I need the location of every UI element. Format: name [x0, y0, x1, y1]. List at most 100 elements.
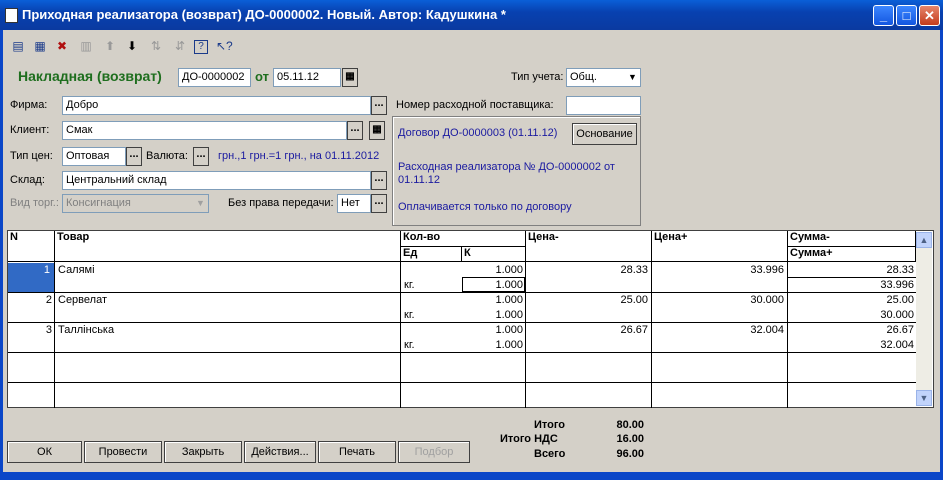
col-header-sum-plus[interactable]: Сумма+	[788, 247, 916, 262]
trade-kind-value: Консигнация	[66, 197, 131, 209]
price-type-field[interactable]: Оптовая	[62, 147, 126, 166]
col-header-price-plus[interactable]: Цена+	[652, 231, 788, 262]
doc-date-field[interactable]: 05.11.12	[273, 68, 341, 87]
row-unit[interactable]: кг.	[404, 309, 415, 321]
warehouse-select-button[interactable]: ...	[371, 171, 387, 190]
vat-value: 16.00	[616, 433, 644, 445]
whats-this-icon[interactable]: ↖?	[216, 38, 233, 54]
close-window-button[interactable]: ✕	[919, 5, 940, 26]
no-transfer-select-button[interactable]: ...	[371, 194, 387, 213]
from-label: от	[255, 69, 269, 84]
delete-row-icon[interactable]: ✖	[54, 38, 70, 54]
sale-ref-link[interactable]: Расходная реализатора № ДО-0000002 от 01…	[398, 161, 636, 187]
row-n: 3	[45, 324, 52, 336]
price-type-select-button[interactable]: ...	[126, 147, 142, 166]
basis-button[interactable]: Основание	[572, 123, 637, 145]
grid-line	[8, 352, 916, 353]
client-field[interactable]: Смак	[62, 121, 347, 140]
actions-button[interactable]: Действия...	[244, 441, 316, 463]
document-icon	[5, 8, 18, 23]
trade-kind-chevron-icon[interactable]: ▼	[193, 195, 208, 212]
row-unit[interactable]: кг.	[404, 339, 415, 351]
contract-link[interactable]: Договор ДО-0000003 (01.11.12)	[398, 127, 557, 139]
col-header-product[interactable]: Товар	[55, 231, 401, 262]
sort-desc-icon[interactable]: ⇵	[172, 38, 188, 54]
select-button[interactable]: Подбор	[398, 441, 470, 463]
client-card-icon[interactable]: ▦	[369, 121, 385, 140]
ok-button[interactable]: ОК	[7, 441, 82, 463]
new-row-icon[interactable]: ▤	[10, 38, 26, 54]
doc-title: Накладная (возврат)	[18, 68, 162, 84]
no-transfer-field[interactable]: Нет	[337, 194, 371, 213]
col-header-sum-minus[interactable]: Сумма-	[788, 231, 916, 247]
client-label: Клиент:	[10, 124, 50, 136]
row-price-plus[interactable]: 30.000	[652, 294, 784, 306]
print-button[interactable]: Печать	[318, 441, 396, 463]
supplier-no-label: Номер расходной поставщика:	[396, 99, 554, 111]
row-sum-minus: 25.00	[886, 294, 914, 306]
client-select-button[interactable]: ...	[347, 121, 363, 140]
row-unit[interactable]: кг.	[404, 279, 415, 291]
grid-line	[8, 292, 916, 293]
row-qty[interactable]: 1.000	[401, 294, 523, 306]
row-price-minus[interactable]: 25.00	[526, 294, 648, 306]
row-price-minus[interactable]: 28.33	[526, 264, 648, 276]
warehouse-field[interactable]: Центральний склад	[62, 171, 371, 190]
payment-note: Оплачивается только по договору	[398, 201, 572, 213]
row-n: 1	[43, 264, 50, 276]
edit-row-icon[interactable]: ▥	[78, 38, 94, 54]
firma-field[interactable]: Добро	[62, 96, 371, 115]
doc-number-field[interactable]: ДО-0000002	[178, 68, 251, 87]
currency-info: грн.,1 грн.=1 грн., на 01.11.2012	[218, 150, 380, 162]
col-header-qty[interactable]: Кол-во	[401, 231, 526, 247]
row-sum-minus: 28.33	[886, 264, 914, 276]
minimize-button[interactable]: _	[873, 5, 894, 26]
supplier-no-field[interactable]	[566, 96, 641, 115]
row-product[interactable]: Сервелат	[58, 294, 107, 306]
post-button[interactable]: Провести	[84, 441, 162, 463]
firma-label: Фирма:	[10, 99, 48, 111]
row-sum-minus: 26.67	[886, 324, 914, 336]
row-qty[interactable]: 1.000	[401, 324, 523, 336]
grid-line	[788, 277, 916, 278]
maximize-button[interactable]: □	[896, 5, 917, 26]
row-sum-plus: 30.000	[880, 309, 914, 321]
currency-label: Валюта:	[146, 150, 188, 162]
move-down-icon[interactable]: ⬇	[124, 38, 140, 54]
col-header-unit[interactable]: Ед	[401, 247, 462, 262]
help-icon[interactable]: ?	[194, 40, 208, 54]
sort-asc-icon[interactable]: ⇅	[148, 38, 164, 54]
chevron-down-icon[interactable]: ▼	[625, 69, 640, 86]
row-product[interactable]: Таллінська	[58, 324, 114, 336]
row-price-minus[interactable]: 26.67	[526, 324, 648, 336]
row-n: 2	[45, 294, 52, 306]
move-up-icon[interactable]: ⬆	[102, 38, 118, 54]
window-title: Приходная реализатора (возврат) ДО-00000…	[22, 7, 506, 22]
currency-select-button[interactable]: ...	[193, 147, 209, 166]
firma-select-button[interactable]: ...	[371, 96, 387, 115]
row-k[interactable]: 1.000	[462, 309, 523, 321]
total-value: 96.00	[616, 448, 644, 460]
row-k[interactable]: 1.000	[462, 279, 523, 291]
col-header-k[interactable]: К	[462, 247, 526, 262]
scroll-up-icon[interactable]: ▲	[916, 232, 932, 248]
row-price-plus[interactable]: 33.996	[652, 264, 784, 276]
calendar-icon[interactable]: ▦	[342, 68, 358, 87]
col-header-n[interactable]: N	[8, 231, 55, 262]
itogo-value: 80.00	[616, 419, 644, 431]
scroll-down-icon[interactable]: ▼	[916, 390, 932, 406]
warehouse-label: Склад:	[10, 174, 45, 186]
row-sum-plus: 32.004	[880, 339, 914, 351]
trade-kind-select[interactable]: Консигнация	[62, 194, 209, 213]
grid-line	[54, 262, 55, 408]
itogo-label: Итого	[534, 419, 566, 431]
grid-line	[8, 322, 916, 323]
copy-row-icon[interactable]: ▦	[32, 38, 48, 54]
row-price-plus[interactable]: 32.004	[652, 324, 784, 336]
row-k[interactable]: 1.000	[462, 339, 523, 351]
close-button[interactable]: Закрыть	[164, 441, 242, 463]
row-qty[interactable]: 1.000	[401, 264, 523, 276]
col-header-price-minus[interactable]: Цена-	[526, 231, 652, 262]
table-scrollbar[interactable]: ▲ ▼	[916, 232, 932, 406]
row-product[interactable]: Салямі	[58, 264, 95, 276]
